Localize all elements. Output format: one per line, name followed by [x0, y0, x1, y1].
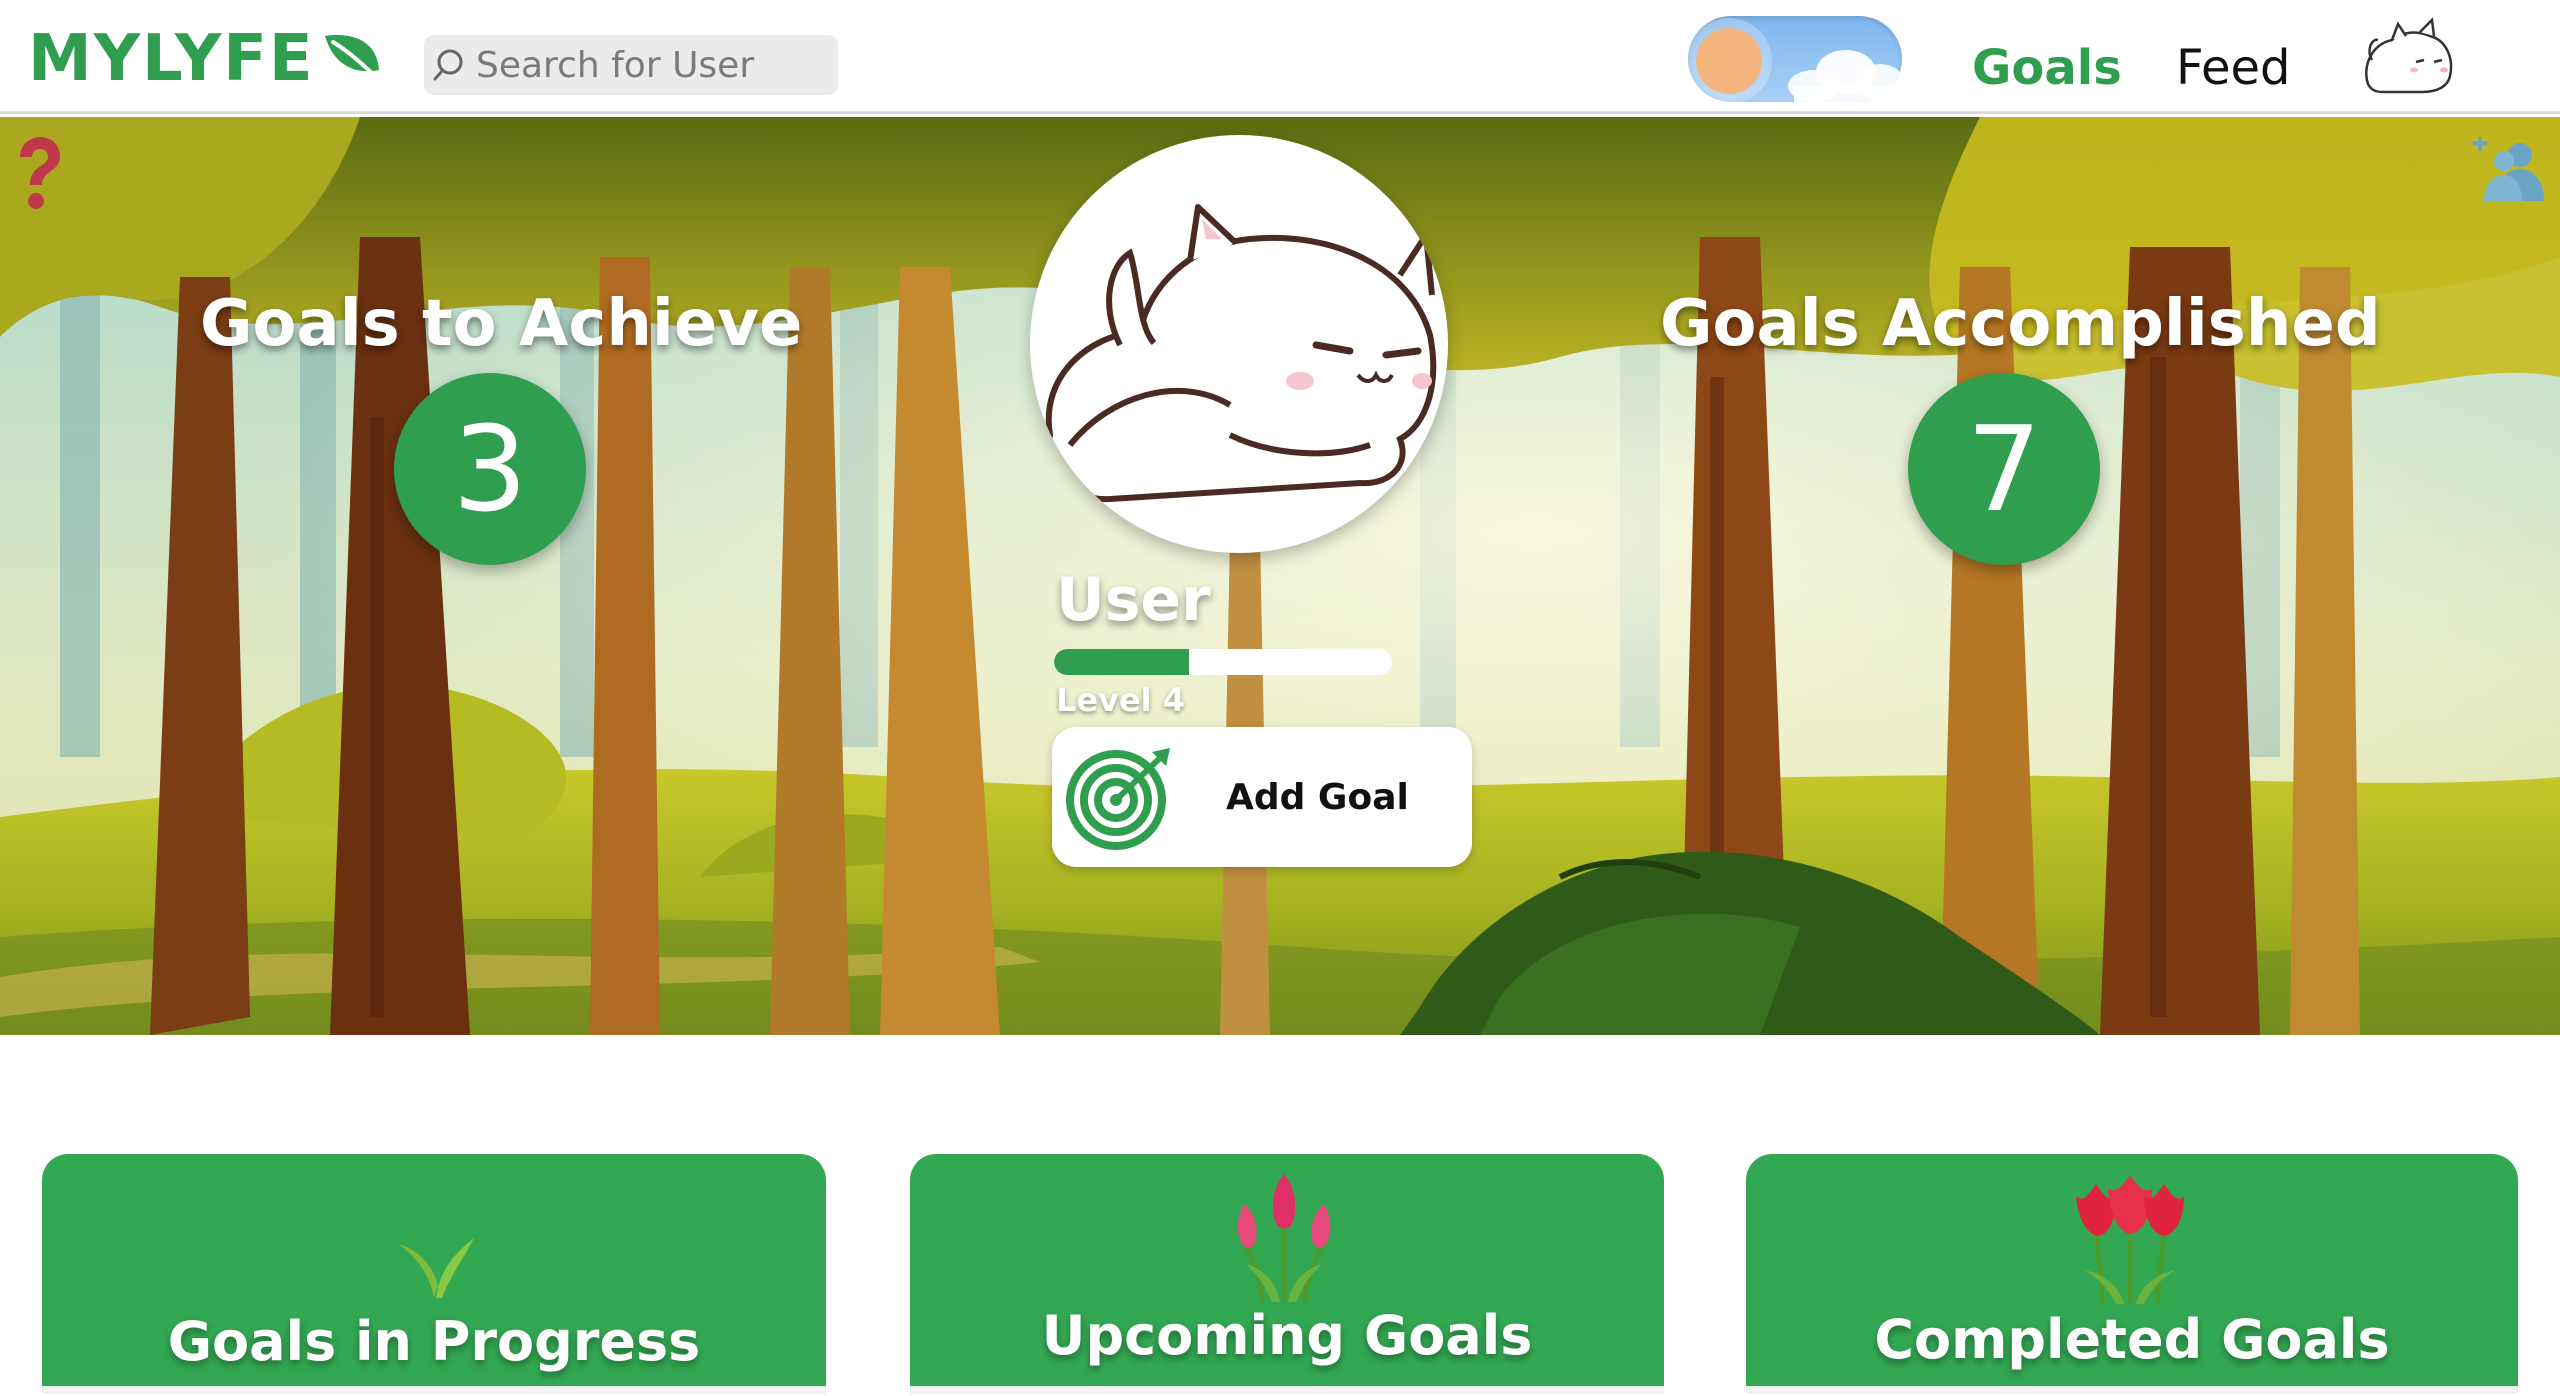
goals-accomplished-title: Goals Accomplished [1660, 287, 2381, 361]
card-title: Goals in Progress [167, 1310, 701, 1373]
xp-progress-bar [1054, 649, 1392, 675]
xp-progress-fill [1054, 649, 1190, 675]
search-icon [433, 49, 463, 81]
sun-icon [1696, 28, 1762, 94]
logo[interactable]: MYLYFE [28, 24, 385, 94]
target-icon [1066, 748, 1170, 850]
add-goal-label: Add Goal [1226, 776, 1409, 818]
goals-accomplished-count: 7 [1908, 373, 2100, 565]
logo-text: MYLYFE [28, 22, 315, 96]
completed-goals-card[interactable]: Completed Goals [1746, 1154, 2518, 1394]
nav-goals-link[interactable]: Goals [1972, 38, 2122, 98]
add-goal-button[interactable]: Add Goal [1052, 727, 1472, 867]
username: User [1056, 565, 1211, 635]
card-title: Upcoming Goals [1041, 1304, 1533, 1367]
goals-to-achieve-title: Goals to Achieve [200, 287, 803, 361]
search-input[interactable] [476, 44, 826, 86]
search-bar[interactable] [424, 35, 838, 95]
upcoming-goals-card[interactable]: Upcoming Goals [910, 1154, 1664, 1394]
tulip-bud-icon [1237, 1174, 1331, 1302]
sprout-icon [398, 1238, 474, 1298]
top-navbar: MYLYFE Goals Feed [0, 0, 2560, 114]
level-label: Level 4 [1056, 681, 1186, 719]
cat-avatar-icon [1045, 204, 1437, 503]
card-divider [1746, 1386, 2518, 1394]
card-divider [42, 1386, 826, 1394]
nav-feed-link[interactable]: Feed [2176, 38, 2291, 98]
user-avatar-icon[interactable] [2358, 14, 2458, 100]
leaf-logo-icon [324, 35, 385, 86]
tulip-bloom-icon [2076, 1176, 2184, 1304]
help-question-icon[interactable] [10, 135, 62, 215]
card-divider [910, 1386, 1664, 1394]
cloud-icon [1788, 50, 1902, 102]
profile-picture[interactable] [1030, 135, 1448, 553]
theme-toggle[interactable] [1688, 16, 1902, 102]
goals-to-achieve-count: 3 [394, 373, 586, 565]
profile-hero: Goals to Achieve 3 Goals Accomplished 7 … [0, 117, 2560, 1035]
card-title: Completed Goals [1874, 1308, 2390, 1371]
add-friend-icon[interactable] [2470, 137, 2548, 203]
goals-in-progress-card[interactable]: Goals in Progress [42, 1154, 826, 1394]
